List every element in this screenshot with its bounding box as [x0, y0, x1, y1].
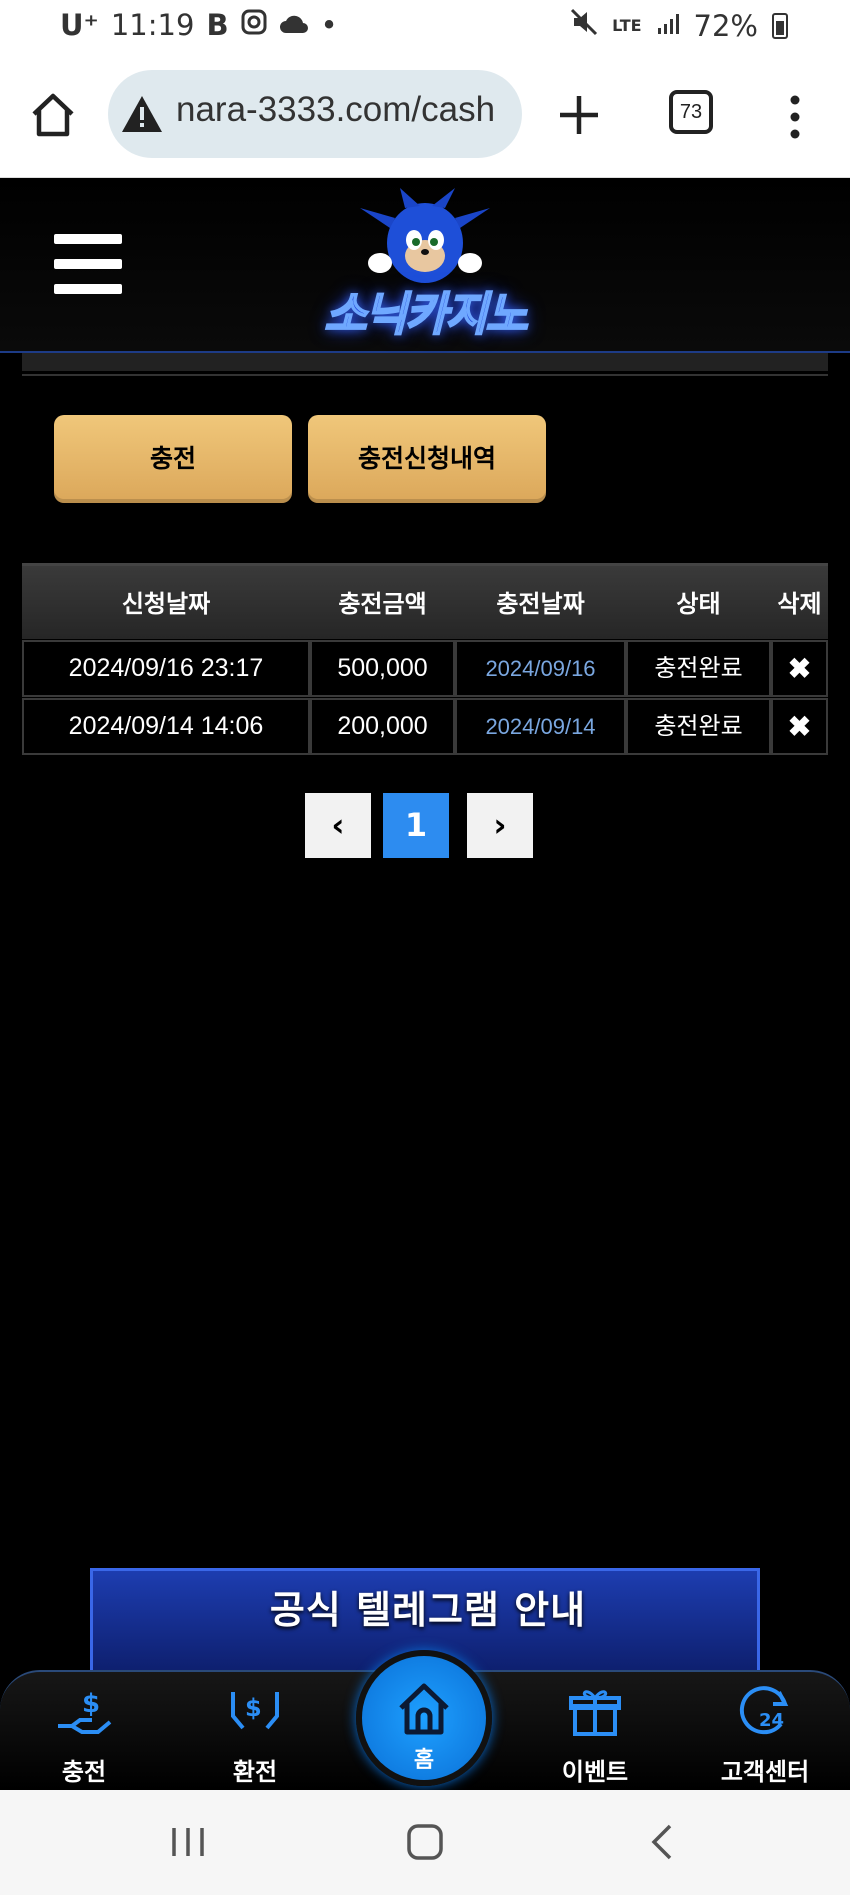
nav-charge[interactable]: $ 충전	[24, 1682, 144, 1787]
recent-apps-icon[interactable]	[166, 1822, 210, 1862]
cloud-icon	[279, 8, 309, 42]
gift-icon	[569, 1690, 621, 1736]
more-options-icon[interactable]	[780, 92, 810, 142]
b-app-icon: B	[206, 8, 229, 42]
charge-button[interactable]: 충전	[54, 415, 292, 503]
header-amount: 충전금액	[338, 590, 427, 618]
network-type: LTE	[612, 16, 642, 35]
nav-event-label: 이벤트	[561, 1758, 629, 1786]
header-request-date: 신청날짜	[121, 590, 211, 618]
delete-icon[interactable]: ✖	[771, 698, 828, 755]
sub-menu-strip	[22, 353, 828, 371]
nav-home-button[interactable]: 홈	[356, 1650, 492, 1786]
table-header: 신청날짜 충전금액 충전날짜 상태 삭제	[22, 563, 828, 639]
support-24-icon: 24	[739, 1686, 789, 1735]
browser-home-icon[interactable]	[28, 90, 78, 140]
new-tab-icon[interactable]	[556, 92, 602, 138]
address-bar[interactable]: nara-3333.com/cash	[108, 70, 522, 158]
instagram-icon	[241, 8, 267, 42]
nav-event[interactable]: 이벤트	[535, 1682, 655, 1787]
dot-icon: •	[320, 8, 338, 42]
home-icon	[399, 1683, 449, 1735]
hamburger-menu-icon[interactable]	[54, 234, 122, 294]
deposit-hand-icon: $	[58, 1689, 112, 1734]
status-cell: 충전완료	[626, 698, 771, 755]
amount-cell: 200,000	[310, 698, 455, 755]
svg-text:24: 24	[759, 1710, 784, 1731]
nav-charge-label: 충전	[61, 1758, 107, 1786]
mute-icon	[570, 8, 598, 43]
status-bar: U⁺ 11:19 B • LTE 72%	[0, 0, 850, 52]
table-row: 2024/09/14 14:06 200,000 2024/09/14 충전완료…	[22, 698, 828, 755]
url-text: nara-3333.com/cash	[176, 90, 496, 129]
header-charge-date: 충전날짜	[496, 590, 585, 618]
telegram-banner-title: 공식 텔레그램 안내	[269, 1588, 587, 1632]
nav-customer-center-label: 고객센터	[720, 1758, 810, 1786]
charge-date-cell: 2024/09/16	[455, 640, 626, 697]
back-icon[interactable]	[642, 1822, 686, 1862]
clock: 11:19	[110, 8, 195, 42]
battery-icon	[772, 12, 788, 39]
request-date-cell: 2024/09/14 14:06	[22, 698, 310, 755]
nav-customer-center[interactable]: 24 고객센터	[705, 1682, 825, 1787]
system-navigation-bar	[0, 1790, 850, 1895]
page-1-button[interactable]: 1	[383, 793, 449, 858]
charge-history-button[interactable]: 충전신청내역	[308, 415, 546, 503]
svg-text:$: $	[245, 1694, 262, 1722]
nav-exchange-label: 환전	[232, 1758, 278, 1786]
mascot-icon	[360, 188, 490, 283]
withdraw-hands-icon: $	[231, 1692, 279, 1730]
prev-page-button[interactable]: ‹	[305, 793, 371, 858]
nav-home-label: 홈	[413, 1748, 435, 1773]
request-date-cell: 2024/09/16 23:17	[22, 640, 310, 697]
next-page-button[interactable]: ›	[467, 793, 533, 858]
battery-level: 72%	[693, 8, 758, 43]
nav-exchange[interactable]: $ 환전	[195, 1682, 315, 1787]
table-row: 2024/09/16 23:17 500,000 2024/09/16 충전완료…	[22, 640, 828, 697]
browser-toolbar: nara-3333.com/cash 73	[0, 52, 850, 178]
tab-switcher-button[interactable]: 73	[669, 90, 713, 134]
carrier-label: U⁺	[60, 8, 99, 42]
charge-date-cell: 2024/09/14	[455, 698, 626, 755]
warning-icon	[122, 96, 162, 132]
signal-icon	[656, 9, 680, 43]
divider	[22, 374, 828, 376]
delete-icon[interactable]: ✖	[771, 640, 828, 697]
header-status: 상태	[676, 590, 721, 618]
header-delete: 삭제	[777, 590, 822, 618]
logo-text: 소닉카지노	[323, 286, 529, 342]
site-header: 소닉카지노	[0, 178, 850, 353]
charge-history-table: 신청날짜 충전금액 충전날짜 상태 삭제 2024/09/16 23:17 50…	[22, 563, 828, 755]
svg-text:$: $	[82, 1689, 100, 1719]
home-nav-icon[interactable]	[403, 1822, 447, 1862]
site-logo[interactable]: 소닉카지노	[290, 188, 560, 344]
status-cell: 충전완료	[626, 640, 771, 697]
amount-cell: 500,000	[310, 640, 455, 697]
